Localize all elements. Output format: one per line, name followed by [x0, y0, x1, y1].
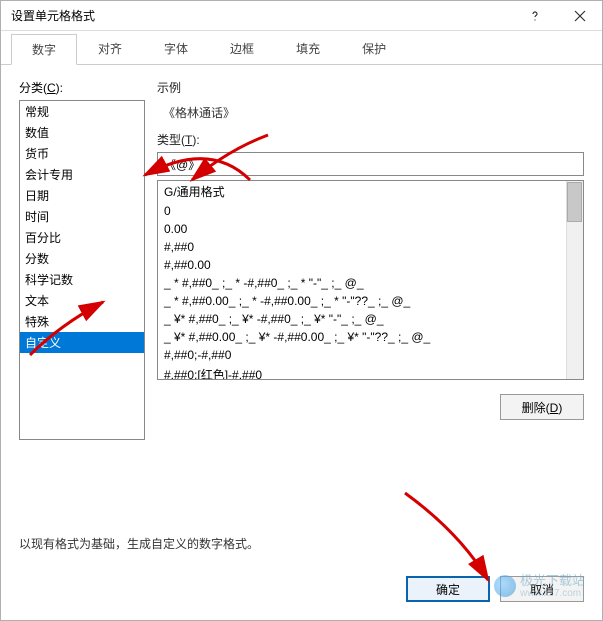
format-item[interactable]: _ * #,##0_ ;_ * -#,##0_ ;_ * "-"_ ;_ @_: [158, 274, 583, 292]
format-item[interactable]: #,##0;-#,##0: [158, 346, 583, 364]
format-item[interactable]: _ ¥* #,##0_ ;_ ¥* -#,##0_ ;_ ¥* "-"_ ;_ …: [158, 310, 583, 328]
format-item[interactable]: _ ¥* #,##0.00_ ;_ ¥* -#,##0.00_ ;_ ¥* "-…: [158, 328, 583, 346]
tab-number[interactable]: 数字: [11, 34, 77, 65]
delete-row: 删除(D): [157, 394, 584, 420]
format-item[interactable]: 0.00: [158, 220, 583, 238]
window-controls: [512, 1, 602, 30]
category-item-currency[interactable]: 货币: [20, 143, 144, 164]
format-item[interactable]: _ * #,##0.00_ ;_ * -#,##0.00_ ;_ * "-"??…: [158, 292, 583, 310]
content: 分类(C): 常规 数值 货币 会计专用 日期 时间 百分比 分数 科学记数 文…: [1, 65, 602, 525]
category-item-fraction[interactable]: 分数: [20, 248, 144, 269]
format-cells-dialog: 设置单元格格式 数字 对齐 字体 边框 填充 保护 分类(C): 常规 数值 货…: [0, 0, 603, 621]
tabs: 数字 对齐 字体 边框 填充 保护: [1, 37, 602, 65]
category-column: 分类(C): 常规 数值 货币 会计专用 日期 时间 百分比 分数 科学记数 文…: [19, 79, 145, 525]
tab-protection[interactable]: 保护: [341, 33, 407, 64]
scrollbar-thumb[interactable]: [567, 182, 582, 222]
tab-fill[interactable]: 填充: [275, 33, 341, 64]
tab-font[interactable]: 字体: [143, 33, 209, 64]
ok-button[interactable]: 确定: [406, 576, 490, 602]
format-item[interactable]: G/通用格式: [158, 181, 583, 202]
category-item-text[interactable]: 文本: [20, 290, 144, 311]
category-item-time[interactable]: 时间: [20, 206, 144, 227]
dialog-title: 设置单元格格式: [11, 7, 95, 24]
type-input[interactable]: [157, 152, 584, 176]
category-item-custom[interactable]: 自定义: [20, 332, 144, 353]
category-label: 分类(C):: [19, 79, 145, 96]
format-item[interactable]: 0: [158, 202, 583, 220]
help-text: 以现有格式为基础，生成自定义的数字格式。: [1, 525, 602, 562]
right-column: 示例 《格林通话》 类型(T): G/通用格式 0 0.00 #,##0 #,#…: [157, 79, 584, 525]
cancel-button[interactable]: 取消: [500, 576, 584, 602]
footer: 确定 取消: [1, 562, 602, 620]
delete-button[interactable]: 删除(D): [500, 394, 584, 420]
example-value: 《格林通话》: [157, 104, 584, 121]
category-item-number[interactable]: 数值: [20, 122, 144, 143]
format-item[interactable]: #,##0;[红色]-#,##0: [158, 364, 583, 380]
category-item-scientific[interactable]: 科学记数: [20, 269, 144, 290]
category-item-special[interactable]: 特殊: [20, 311, 144, 332]
tab-border[interactable]: 边框: [209, 33, 275, 64]
tab-alignment[interactable]: 对齐: [77, 33, 143, 64]
format-item[interactable]: #,##0.00: [158, 256, 583, 274]
category-item-accounting[interactable]: 会计专用: [20, 164, 144, 185]
close-button[interactable]: [557, 1, 602, 30]
format-item[interactable]: #,##0: [158, 238, 583, 256]
category-list[interactable]: 常规 数值 货币 会计专用 日期 时间 百分比 分数 科学记数 文本 特殊 自定…: [19, 100, 145, 440]
category-item-date[interactable]: 日期: [20, 185, 144, 206]
help-button[interactable]: [512, 1, 557, 30]
format-list[interactable]: G/通用格式 0 0.00 #,##0 #,##0.00 _ * #,##0_ …: [157, 180, 584, 380]
example-label: 示例: [157, 79, 584, 96]
titlebar: 设置单元格格式: [1, 1, 602, 31]
category-item-general[interactable]: 常规: [20, 101, 144, 122]
example-box: 《格林通话》: [157, 100, 584, 131]
scrollbar-track[interactable]: [566, 181, 583, 379]
category-item-percentage[interactable]: 百分比: [20, 227, 144, 248]
type-label: 类型(T):: [157, 131, 584, 148]
